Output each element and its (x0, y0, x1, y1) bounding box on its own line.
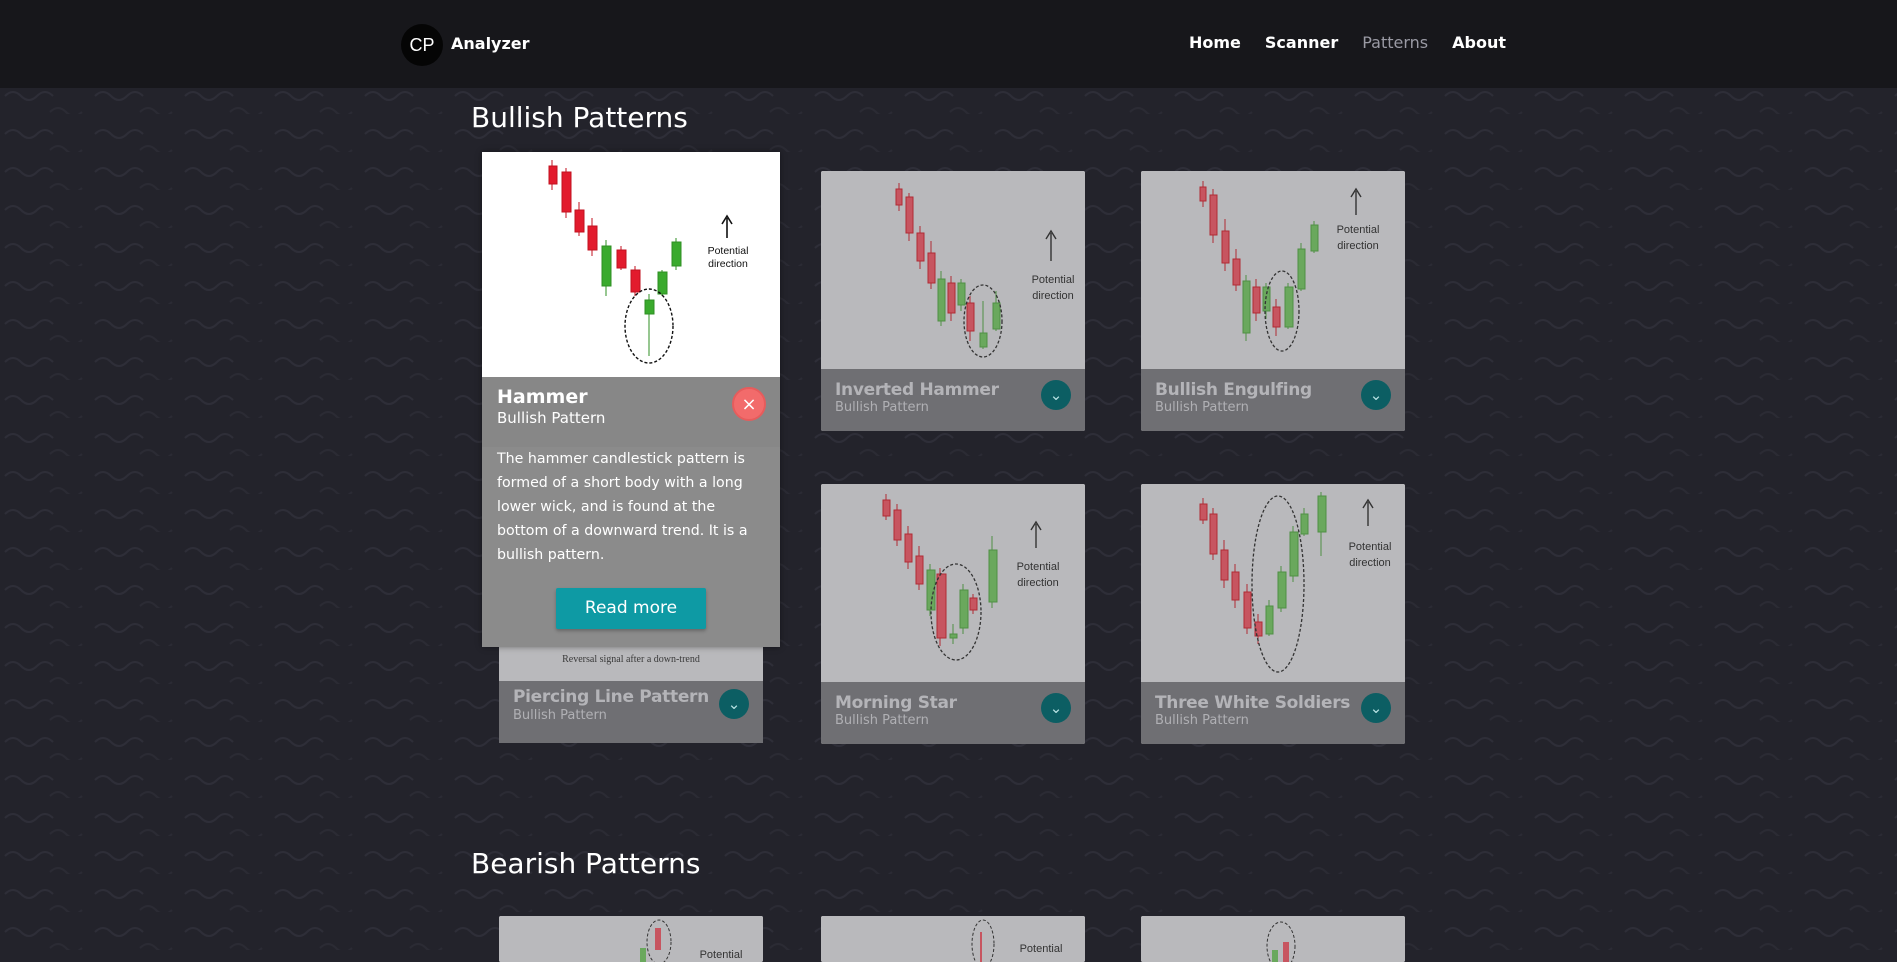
pattern-card-three-white-soldiers[interactable]: Potential direction Three White Soldiers… (1141, 484, 1405, 744)
card-name: Inverted Hammer (835, 380, 999, 400)
logo[interactable]: CP (401, 24, 443, 66)
nav-links: Home Scanner Patterns About (1189, 33, 1506, 52)
card-type: Bullish Pattern (1155, 713, 1249, 728)
chevron-down-icon[interactable]: ⌄ (1041, 380, 1071, 410)
pattern-image (1141, 916, 1405, 962)
top-navbar: CP Analyzer Home Scanner Patterns About (0, 0, 1897, 88)
popup-pattern-name: Hammer (497, 386, 588, 408)
popup-header: Hammer Bullish Pattern × (482, 377, 780, 447)
hammer-pattern-image: Potential direction (482, 152, 780, 377)
read-more-button[interactable]: Read more (556, 588, 706, 629)
card-type: Bullish Pattern (1155, 400, 1249, 415)
card-caption: Reversal signal after a down-trend (499, 647, 763, 681)
chevron-down-icon[interactable]: ⌄ (1041, 693, 1071, 723)
pattern-image: Potential direction (821, 171, 1085, 369)
popup-pattern-type: Bullish Pattern (497, 409, 606, 427)
nav-patterns[interactable]: Patterns (1362, 33, 1428, 52)
card-name: Piercing Line Pattern (513, 687, 709, 707)
pattern-image: Potential (499, 916, 763, 962)
card-name: Morning Star (835, 693, 957, 713)
annotation-label: direction (708, 258, 748, 270)
card-footer: Morning Star Bullish Pattern ⌄ (821, 682, 1085, 744)
wave-background (0, 0, 1897, 962)
chevron-down-icon[interactable]: ⌄ (719, 689, 749, 719)
card-footer: Bullish Engulfing Bullish Pattern ⌄ (1141, 369, 1405, 431)
pattern-image: Potential direction (1141, 484, 1405, 682)
bullish-section-title: Bullish Patterns (471, 101, 688, 134)
annotation-label: Potential (1349, 541, 1392, 553)
bearish-section-title: Bearish Patterns (471, 847, 701, 880)
pattern-card-inverted-hammer[interactable]: Potential direction Inverted Hammer Bull… (821, 171, 1085, 431)
annotation-label: direction (1017, 577, 1059, 589)
card-footer: Inverted Hammer Bullish Pattern ⌄ (821, 369, 1085, 431)
annotation-label: direction (1349, 557, 1391, 569)
annotation-label: Potential (1337, 224, 1380, 236)
bearish-card[interactable] (1141, 916, 1405, 962)
annotation-label: Potential (1020, 943, 1063, 955)
pattern-image: Potential (821, 916, 1085, 962)
nav-scanner[interactable]: Scanner (1265, 33, 1338, 52)
annotation-label: direction (1032, 290, 1074, 302)
pattern-card-bullish-engulfing[interactable]: Potential direction Bullish Engulfing Bu… (1141, 171, 1405, 431)
card-type: Bullish Pattern (513, 708, 607, 723)
chevron-down-icon[interactable]: ⌄ (1361, 380, 1391, 410)
annotation-label: Potential (1017, 561, 1060, 573)
annotation-label: Potential (708, 245, 749, 257)
annotation-label: direction (1337, 240, 1379, 252)
card-type: Bullish Pattern (835, 400, 929, 415)
card-name: Bullish Engulfing (1155, 380, 1312, 400)
card-footer: Three White Soldiers Bullish Pattern ⌄ (1141, 682, 1405, 744)
brand-name[interactable]: Analyzer (451, 34, 530, 53)
pattern-image: Potential direction (821, 484, 1085, 682)
pattern-image: Potential direction (1141, 171, 1405, 369)
nav-about[interactable]: About (1452, 33, 1506, 52)
bearish-card[interactable]: Potential (499, 916, 763, 962)
bearish-card[interactable]: Potential (821, 916, 1085, 962)
popup-description: The hammer candlestick pattern is formed… (497, 451, 748, 563)
pattern-card-morning-star[interactable]: Potential direction Morning Star Bullish… (821, 484, 1085, 744)
nav-home[interactable]: Home (1189, 33, 1241, 52)
pattern-detail-popup: Potential direction Hammer Bullish Patte… (482, 152, 780, 647)
card-type: Bullish Pattern (835, 713, 929, 728)
pattern-card-piercing-line[interactable]: Reversal signal after a down-trend Pierc… (499, 647, 763, 743)
annotation-label: Potential (1032, 274, 1075, 286)
annotation-label: Potential (700, 949, 743, 961)
chevron-down-icon[interactable]: ⌄ (1361, 693, 1391, 723)
card-name: Three White Soldiers (1155, 693, 1351, 713)
close-icon[interactable]: × (732, 387, 766, 421)
